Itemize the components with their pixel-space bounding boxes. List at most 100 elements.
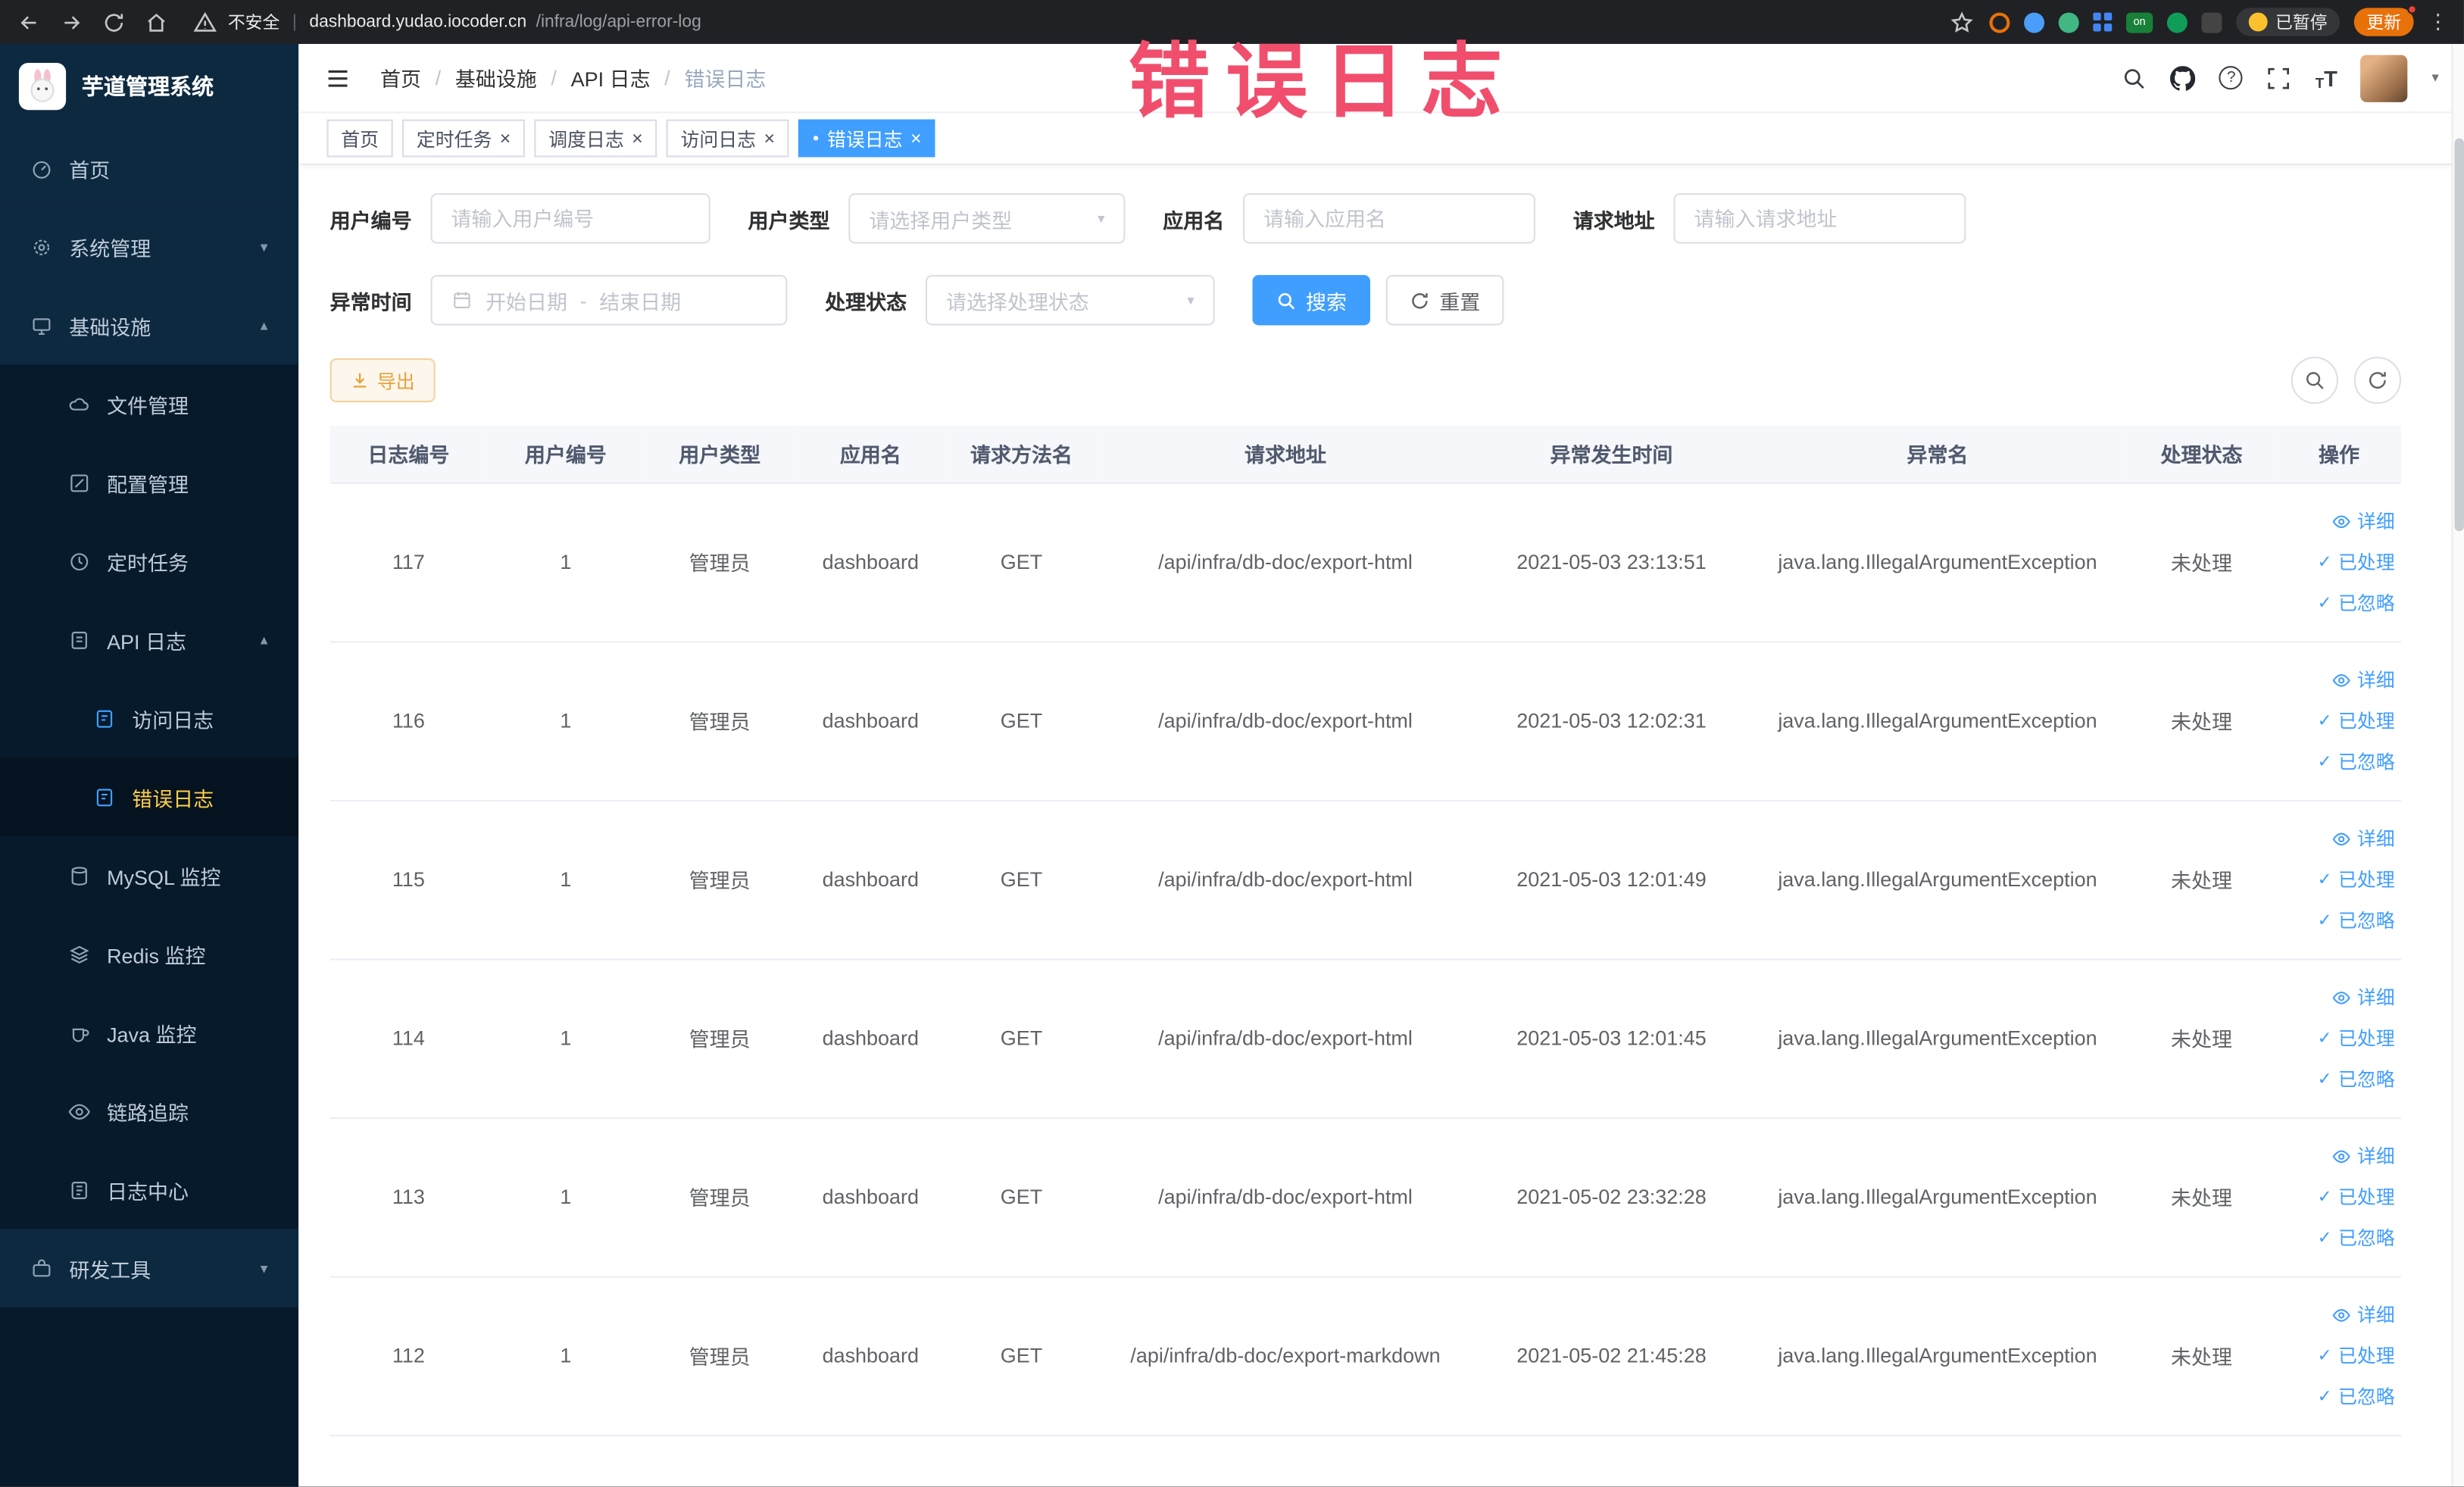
exception-time-label: 异常时间 <box>329 289 412 314</box>
table-row: 112 1 管理员 dashboard GET /api/infra/db-do… <box>329 1276 2401 1436</box>
sidebar-item-config-management[interactable]: 配置管理 <box>0 443 298 522</box>
filter-user-type: 用户类型 请选择用户类型 ▾ <box>748 193 1126 244</box>
extension-icon[interactable] <box>2201 11 2222 33</box>
cell-user-id: 1 <box>487 482 645 642</box>
refresh-button[interactable] <box>2353 356 2401 405</box>
scrollbar[interactable] <box>2451 44 2464 1487</box>
scrollbar-thumb[interactable] <box>2454 138 2464 532</box>
close-icon[interactable]: × <box>910 129 922 148</box>
cell-app-name: dashboard <box>795 1117 946 1277</box>
mark-processed-link[interactable]: ✓ 已处理 <box>2277 700 2395 741</box>
mark-processed-link[interactable]: ✓ 已处理 <box>2277 1017 2395 1058</box>
sidebar-item-link-tracing[interactable]: 链路追踪 <box>0 1072 298 1151</box>
sidebar-item-infrastructure[interactable]: 基础设施 ▲ <box>0 286 299 365</box>
date-range-picker[interactable]: 开始日期 - 结束日期 <box>430 275 788 326</box>
sidebar-item-api-logs[interactable]: API 日志 ▲ <box>0 600 298 679</box>
user-id-input[interactable] <box>430 193 710 244</box>
fullscreen-icon[interactable] <box>2266 65 2291 90</box>
sidebar-item-system-management[interactable]: 系统管理 ▼ <box>0 207 299 286</box>
sidebar-item-mysql-monitor[interactable]: MySQL 监控 <box>0 836 298 915</box>
mark-processed-link[interactable]: ✓ 已处理 <box>2277 1335 2395 1376</box>
mark-ignored-link[interactable]: ✓ 已忽略 <box>2277 741 2395 782</box>
emoji-face-icon <box>2248 12 2268 32</box>
mark-processed-link[interactable]: ✓ 已处理 <box>2277 1176 2395 1217</box>
user-type-select[interactable]: 请选择用户类型 ▾ <box>848 193 1126 244</box>
close-icon[interactable]: × <box>764 129 775 148</box>
tab-scheduled-tasks[interactable]: 定时任务 × <box>402 119 526 158</box>
sidebar-item-file-management[interactable]: 文件管理 <box>0 364 298 443</box>
extension-on-icon[interactable]: on <box>2125 11 2153 33</box>
close-icon[interactable]: × <box>500 129 511 148</box>
update-button[interactable]: 更新 <box>2353 5 2417 36</box>
cell-actions: 详细 ✓ 已处理 ✓ 已忽略 <box>2277 799 2401 960</box>
mark-ignored-link[interactable]: ✓ 已忽略 <box>2277 1058 2395 1099</box>
sidebar-item-scheduled-tasks[interactable]: 定时任务 <box>0 522 298 601</box>
detail-link[interactable]: 详细 <box>2277 976 2395 1017</box>
reload-icon[interactable] <box>101 8 127 35</box>
font-size-icon[interactable]: TT <box>2316 65 2338 90</box>
sidebar-item-log-center[interactable]: 日志中心 <box>0 1151 298 1229</box>
address-bar[interactable]: 不安全 | dashboard.yudao.iocoder.cn/infra/l… <box>192 8 1933 35</box>
breadcrumb-item[interactable]: API 日志 <box>571 63 651 92</box>
app-name-input[interactable] <box>1243 193 1535 244</box>
mark-ignored-link[interactable]: ✓ 已忽略 <box>2277 1217 2395 1258</box>
mark-processed-link[interactable]: ✓ 已处理 <box>2277 542 2395 583</box>
sidebar-collapse-icon[interactable] <box>323 64 351 92</box>
extension-grid-icon[interactable] <box>2093 12 2113 32</box>
dashboard-icon <box>28 156 53 180</box>
process-status-select[interactable]: 请选择处理状态 ▾ <box>926 275 1215 326</box>
avatar-caret-icon[interactable]: ▾ <box>2431 69 2438 86</box>
tab-access-logs[interactable]: 访问日志 × <box>666 119 789 158</box>
tab-error-logs[interactable]: ● 错误日志 × <box>798 119 936 158</box>
export-button[interactable]: 导出 <box>329 358 436 403</box>
caret-down-icon: ▾ <box>1187 291 1195 308</box>
clock-icon <box>66 549 91 573</box>
mark-ignored-link[interactable]: ✓ 已忽略 <box>2277 1376 2395 1417</box>
sidebar-item-access-logs[interactable]: 访问日志 <box>0 679 298 758</box>
sidebar-item-error-logs[interactable]: 错误日志 <box>0 757 299 836</box>
extension-icon[interactable] <box>2058 11 2079 33</box>
close-icon[interactable]: × <box>632 129 643 148</box>
request-url-input[interactable] <box>1673 193 1966 244</box>
extension-icon[interactable] <box>1989 11 2010 33</box>
sidebar-item-java-monitor[interactable]: Java 监控 <box>0 993 298 1072</box>
sidebar-item-dev-tools[interactable]: 研发工具 ▼ <box>0 1229 299 1308</box>
eye-icon <box>2332 991 2350 1004</box>
tab-schedule-logs[interactable]: 调度日志 × <box>534 119 657 158</box>
search-button[interactable]: 搜索 <box>1252 275 1371 326</box>
sidebar-item-redis-monitor[interactable]: Redis 监控 <box>0 914 298 993</box>
mark-processed-link[interactable]: ✓ 已处理 <box>2277 859 2395 900</box>
sidebar-item-home[interactable]: 首页 <box>0 129 299 208</box>
warning-icon[interactable] <box>192 8 218 35</box>
detail-link[interactable]: 详细 <box>2277 1294 2395 1335</box>
select-placeholder: 请选择处理状态 <box>945 289 1089 314</box>
end-date-placeholder: 结束日期 <box>599 289 682 314</box>
detail-link[interactable]: 详细 <box>2277 659 2395 700</box>
mark-ignored-link[interactable]: ✓ 已忽略 <box>2277 900 2395 941</box>
help-icon[interactable]: ? <box>2219 66 2244 90</box>
breadcrumb-item[interactable]: 基础设施 <box>455 63 537 92</box>
cell-app-name: dashboard <box>795 641 946 801</box>
browser-menu-icon[interactable]: ⋮ <box>2428 9 2448 34</box>
paused-badge[interactable]: 已暂停 <box>2236 8 2341 36</box>
detail-link[interactable]: 详细 <box>2277 501 2395 542</box>
search-icon[interactable] <box>2122 65 2147 90</box>
user-avatar[interactable] <box>2361 54 2409 102</box>
github-icon[interactable] <box>2170 65 2197 90</box>
detail-link[interactable]: 详细 <box>2277 818 2395 859</box>
extension-icon[interactable] <box>2024 11 2045 33</box>
bookmark-star-icon[interactable] <box>1949 8 1975 35</box>
document-lines-icon <box>66 1178 91 1201</box>
rabbit-logo-icon <box>18 62 67 111</box>
extension-icon[interactable] <box>2166 11 2188 33</box>
detail-link[interactable]: 详细 <box>2277 1136 2395 1176</box>
home-icon[interactable] <box>143 8 170 35</box>
forward-icon[interactable] <box>58 8 85 35</box>
breadcrumb-item[interactable]: 首页 <box>380 63 421 92</box>
back-icon[interactable] <box>16 8 42 35</box>
mark-ignored-link[interactable]: ✓ 已忽略 <box>2277 583 2395 623</box>
reset-button[interactable]: 重置 <box>1385 275 1504 326</box>
app-logo[interactable]: 芋道管理系统 <box>0 44 299 130</box>
tab-home[interactable]: 首页 <box>326 119 393 158</box>
toggle-search-button[interactable] <box>2291 356 2339 405</box>
